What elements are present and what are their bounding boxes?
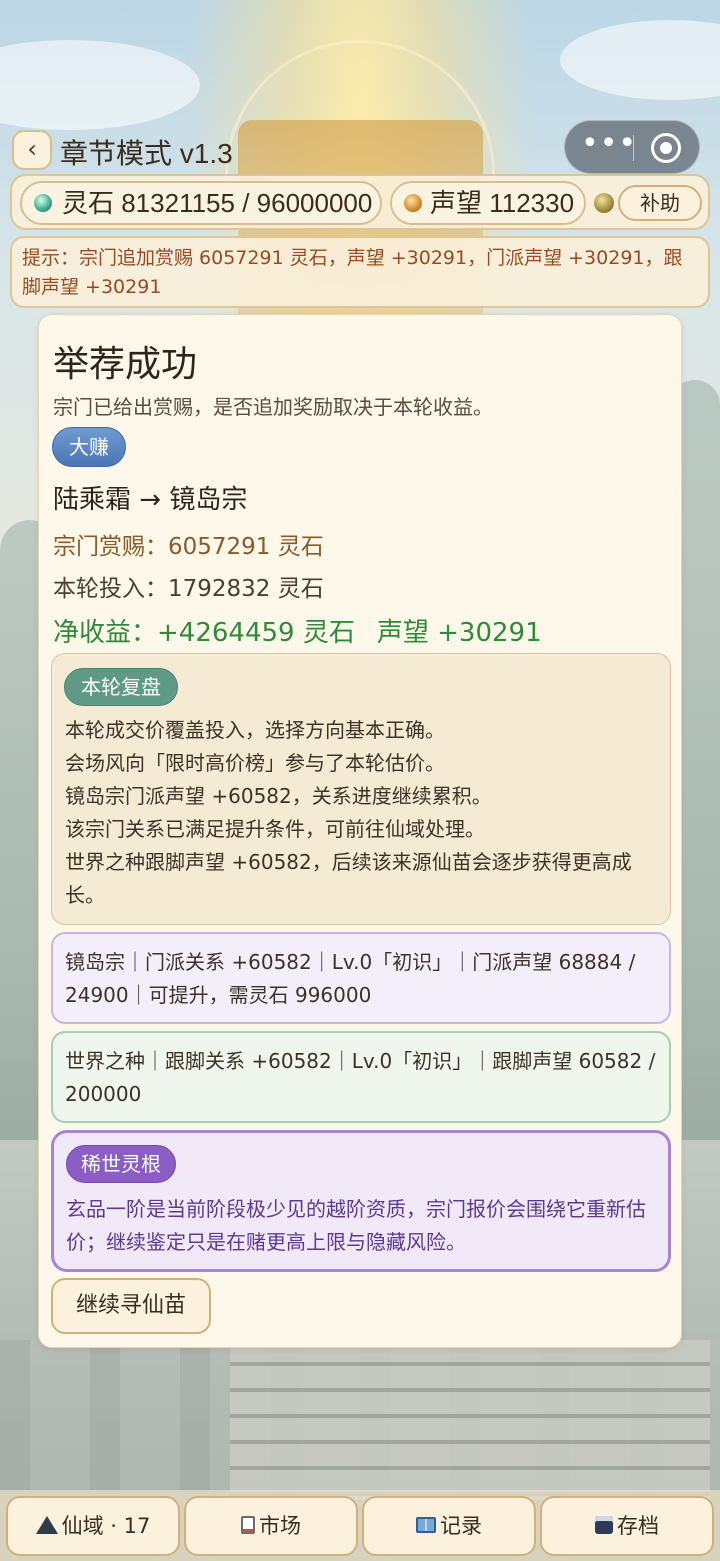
nav-realm-label: 仙域 · 17 [61,1514,151,1538]
nav-realm-button[interactable]: 仙域 · 17 [6,1496,180,1556]
clipboard-icon [241,1516,255,1534]
result-card: 举荐成功 宗门已给出赏赐，是否追加奖励取决于本轮收益。 大赚 陆乘霜 → 镜岛宗… [38,314,682,1348]
nav-save-label: 存档 [617,1514,659,1538]
nav-market-button[interactable]: 市场 [184,1496,358,1556]
more-icon[interactable]: ••• [581,129,636,165]
capsule-divider [633,135,634,161]
round-investment: 本轮投入：1792832 灵石 [53,576,324,602]
bottom-nav: 仙域 · 17 市场 记录 存档 [0,1490,720,1561]
sect-relation-panel: 镜岛宗｜门派关系 +60582｜Lv.0「初识」｜门派声望 68884 / 24… [51,932,671,1024]
nav-records-label: 记录 [440,1514,482,1538]
continue-search-button[interactable]: 继续寻仙苗 [51,1278,211,1334]
nav-records-button[interactable]: 记录 [362,1496,536,1556]
review-line: 世界之种跟脚声望 +60582，后续该来源仙苗会逐步获得更高成长。 [65,850,632,907]
match-line: 陆乘霜 → 镜岛宗 [53,485,248,515]
review-line: 该宗门关系已满足提升条件，可前往仙域处理。 [65,817,485,841]
rare-root-panel: 稀世灵根 玄品一阶是当前阶段极少见的越阶资质，宗门报价会围绕它重新估价；继续鉴定… [51,1130,671,1272]
review-badge: 本轮复盘 [64,668,178,706]
spirit-stone-icon [34,194,52,212]
rare-root-text: 玄品一阶是当前阶段极少见的越阶资质，宗门报价会围绕它重新估价；继续鉴定只是在赌更… [66,1197,646,1254]
resource-bar: 灵石 81321155 / 96000000 声望 112330 补助 [10,174,710,230]
origin-relation-panel: 世界之种｜跟脚关系 +60582｜Lv.0「初识」｜跟脚声望 60582 / 2… [51,1031,671,1123]
net-income: 净收益：+4264459 灵石 声望 +30291 [53,612,542,649]
fame-icon [404,194,422,212]
mini-program-capsule: ••• [564,120,700,174]
close-target-icon[interactable] [651,133,681,163]
round-review-panel: 本轮复盘 本轮成交价覆盖投入，选择方向基本正确。 会场风向「限时高价榜」参与了本… [51,653,671,925]
fame-pill: 声望 112330 [390,181,586,225]
page-title: 章节模式 v1.3 [60,138,233,169]
book-icon [416,1517,436,1533]
review-lines: 本轮成交价覆盖投入，选择方向基本正确。 会场风向「限时高价榜」参与了本轮估价。 … [65,714,661,912]
spirit-stone-value: 灵石 81321155 / 96000000 [62,188,373,218]
fame-value: 声望 112330 [430,188,575,218]
back-button[interactable]: ‹ [12,130,52,170]
coin-icon [594,193,614,213]
review-line: 镜岛宗门派声望 +60582，关系进度继续累积。 [65,784,492,808]
nav-save-button[interactable]: 存档 [540,1496,714,1556]
mountain-icon [35,1516,58,1534]
result-subtitle: 宗门已给出赏赐，是否追加奖励取决于本轮收益。 [53,395,493,419]
review-line: 本轮成交价覆盖投入，选择方向基本正确。 [65,718,445,742]
net-gain-value: 净收益：+4264459 灵石 [53,618,355,648]
floppy-disk-icon [595,1516,613,1534]
nav-market-label: 市场 [259,1514,301,1538]
rare-root-badge: 稀世灵根 [66,1145,176,1183]
profit-badge: 大赚 [52,427,126,467]
review-line: 会场风向「限时高价榜」参与了本轮估价。 [65,751,445,775]
hint-banner: 提示：宗门追加赏赐 6057291 灵石，声望 +30291，门派声望 +302… [10,236,710,308]
sect-reward: 宗门赏赐：6057291 灵石 [53,534,324,560]
net-fame-value: 声望 +30291 [376,618,542,648]
header-bar: ‹ 章节模式 v1.3 ••• [0,118,720,182]
result-title: 举荐成功 [53,344,198,385]
aid-button[interactable]: 补助 [618,185,702,221]
spirit-stone-pill: 灵石 81321155 / 96000000 [20,181,382,225]
